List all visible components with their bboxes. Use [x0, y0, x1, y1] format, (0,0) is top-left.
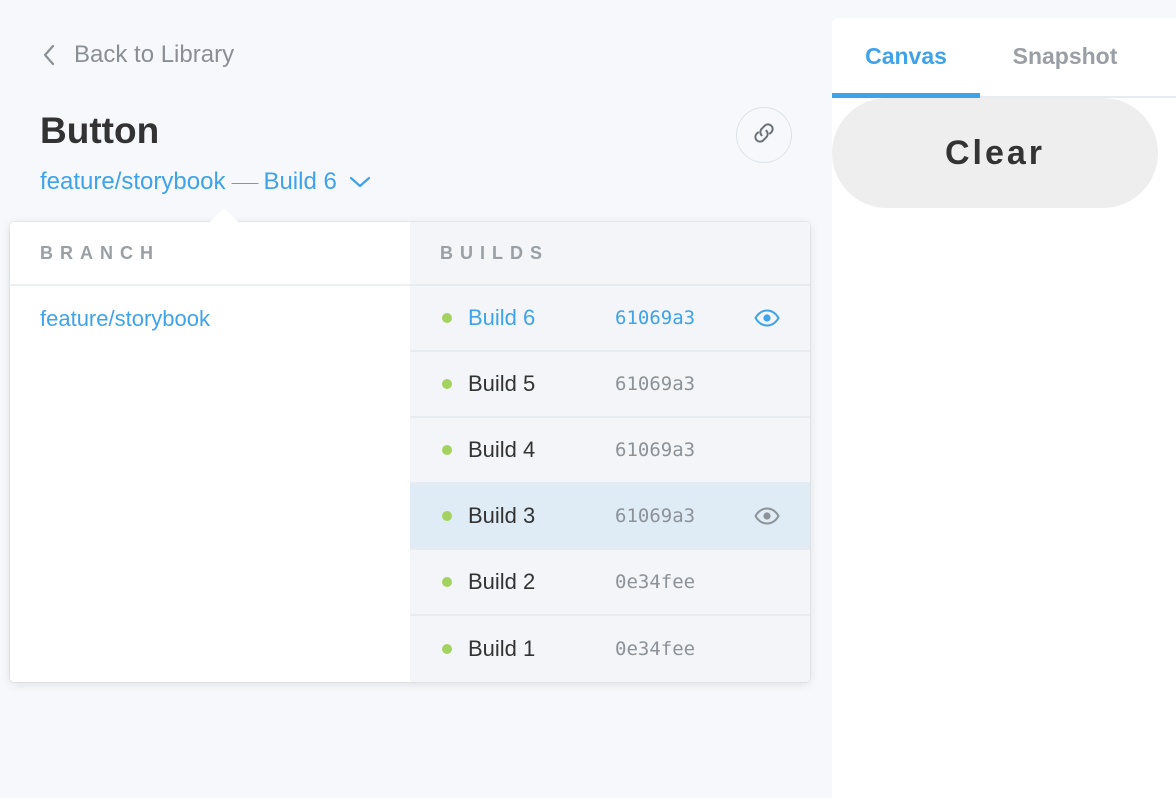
- build-row[interactable]: Build 6 61069a3: [410, 286, 810, 352]
- addon-panel: Canvas Snapshot Clear: [832, 18, 1176, 798]
- build-name: Build 4: [468, 437, 536, 462]
- build-name: Build 5: [468, 371, 536, 396]
- branch-column: BRANCH feature/storybook: [10, 222, 410, 682]
- status-dot-icon: [442, 577, 452, 587]
- build-name: Build 6: [468, 305, 536, 330]
- build-name: Build 2: [468, 569, 536, 594]
- branch-heading: BRANCH: [10, 222, 410, 286]
- panel-tabs: Canvas Snapshot: [832, 18, 1176, 98]
- build-row[interactable]: Build 4 61069a3: [410, 418, 810, 484]
- copy-link-button[interactable]: [736, 107, 792, 163]
- status-dot-icon: [442, 644, 452, 654]
- status-dot-icon: [442, 379, 452, 389]
- selected-branch: feature/storybook: [40, 168, 226, 195]
- build-row[interactable]: Build 5 61069a3: [410, 352, 810, 418]
- link-icon: [750, 119, 778, 152]
- branch-item-feature-storybook[interactable]: feature/storybook: [10, 286, 410, 352]
- build-row[interactable]: Build 1 0e34fee: [410, 616, 810, 682]
- status-dot-icon: [442, 511, 452, 521]
- build-name: Build 3: [468, 503, 536, 528]
- eye-icon[interactable]: [754, 309, 780, 327]
- tab-canvas[interactable]: Canvas: [832, 16, 980, 98]
- build-commit-hash: 0e34fee: [615, 571, 696, 593]
- clear-button[interactable]: Clear: [832, 98, 1158, 208]
- build-commit-hash: 0e34fee: [615, 638, 696, 660]
- build-commit-hash: 61069a3: [615, 307, 696, 329]
- back-to-library-link[interactable]: Back to Library: [42, 40, 234, 70]
- build-list: Build 6 61069a3 Build 5 61069a3 Build 4 61069…: [410, 286, 810, 682]
- eye-icon[interactable]: [754, 507, 780, 525]
- builds-heading: BUILDS: [410, 222, 810, 286]
- chevron-left-icon: [42, 44, 58, 66]
- selected-build: Build 6: [263, 168, 337, 195]
- dropdown-caret: [209, 208, 239, 223]
- build-commit-hash: 61069a3: [615, 505, 696, 527]
- branch-build-selector[interactable]: feature/storybook —— Build 6: [40, 165, 371, 199]
- chevron-down-icon: [349, 175, 371, 189]
- build-row[interactable]: Build 2 0e34fee: [410, 550, 810, 616]
- status-dot-icon: [442, 313, 452, 323]
- branch-build-dropdown: BRANCH feature/storybook BUILDS Build 6 6…: [10, 208, 810, 682]
- build-commit-hash: 61069a3: [615, 439, 696, 461]
- build-name: Build 1: [468, 636, 536, 661]
- page-title: Button: [40, 110, 160, 151]
- build-row[interactable]: Build 3 61069a3: [410, 484, 810, 550]
- breadcrumb-separator: ——: [231, 174, 258, 190]
- tab-snapshot[interactable]: Snapshot: [980, 16, 1150, 96]
- status-dot-icon: [442, 445, 452, 455]
- build-commit-hash: 61069a3: [615, 373, 696, 395]
- builds-column: BUILDS Build 6 61069a3 Build 5 61069a3 Build…: [410, 222, 810, 682]
- back-link-label: Back to Library: [74, 41, 235, 68]
